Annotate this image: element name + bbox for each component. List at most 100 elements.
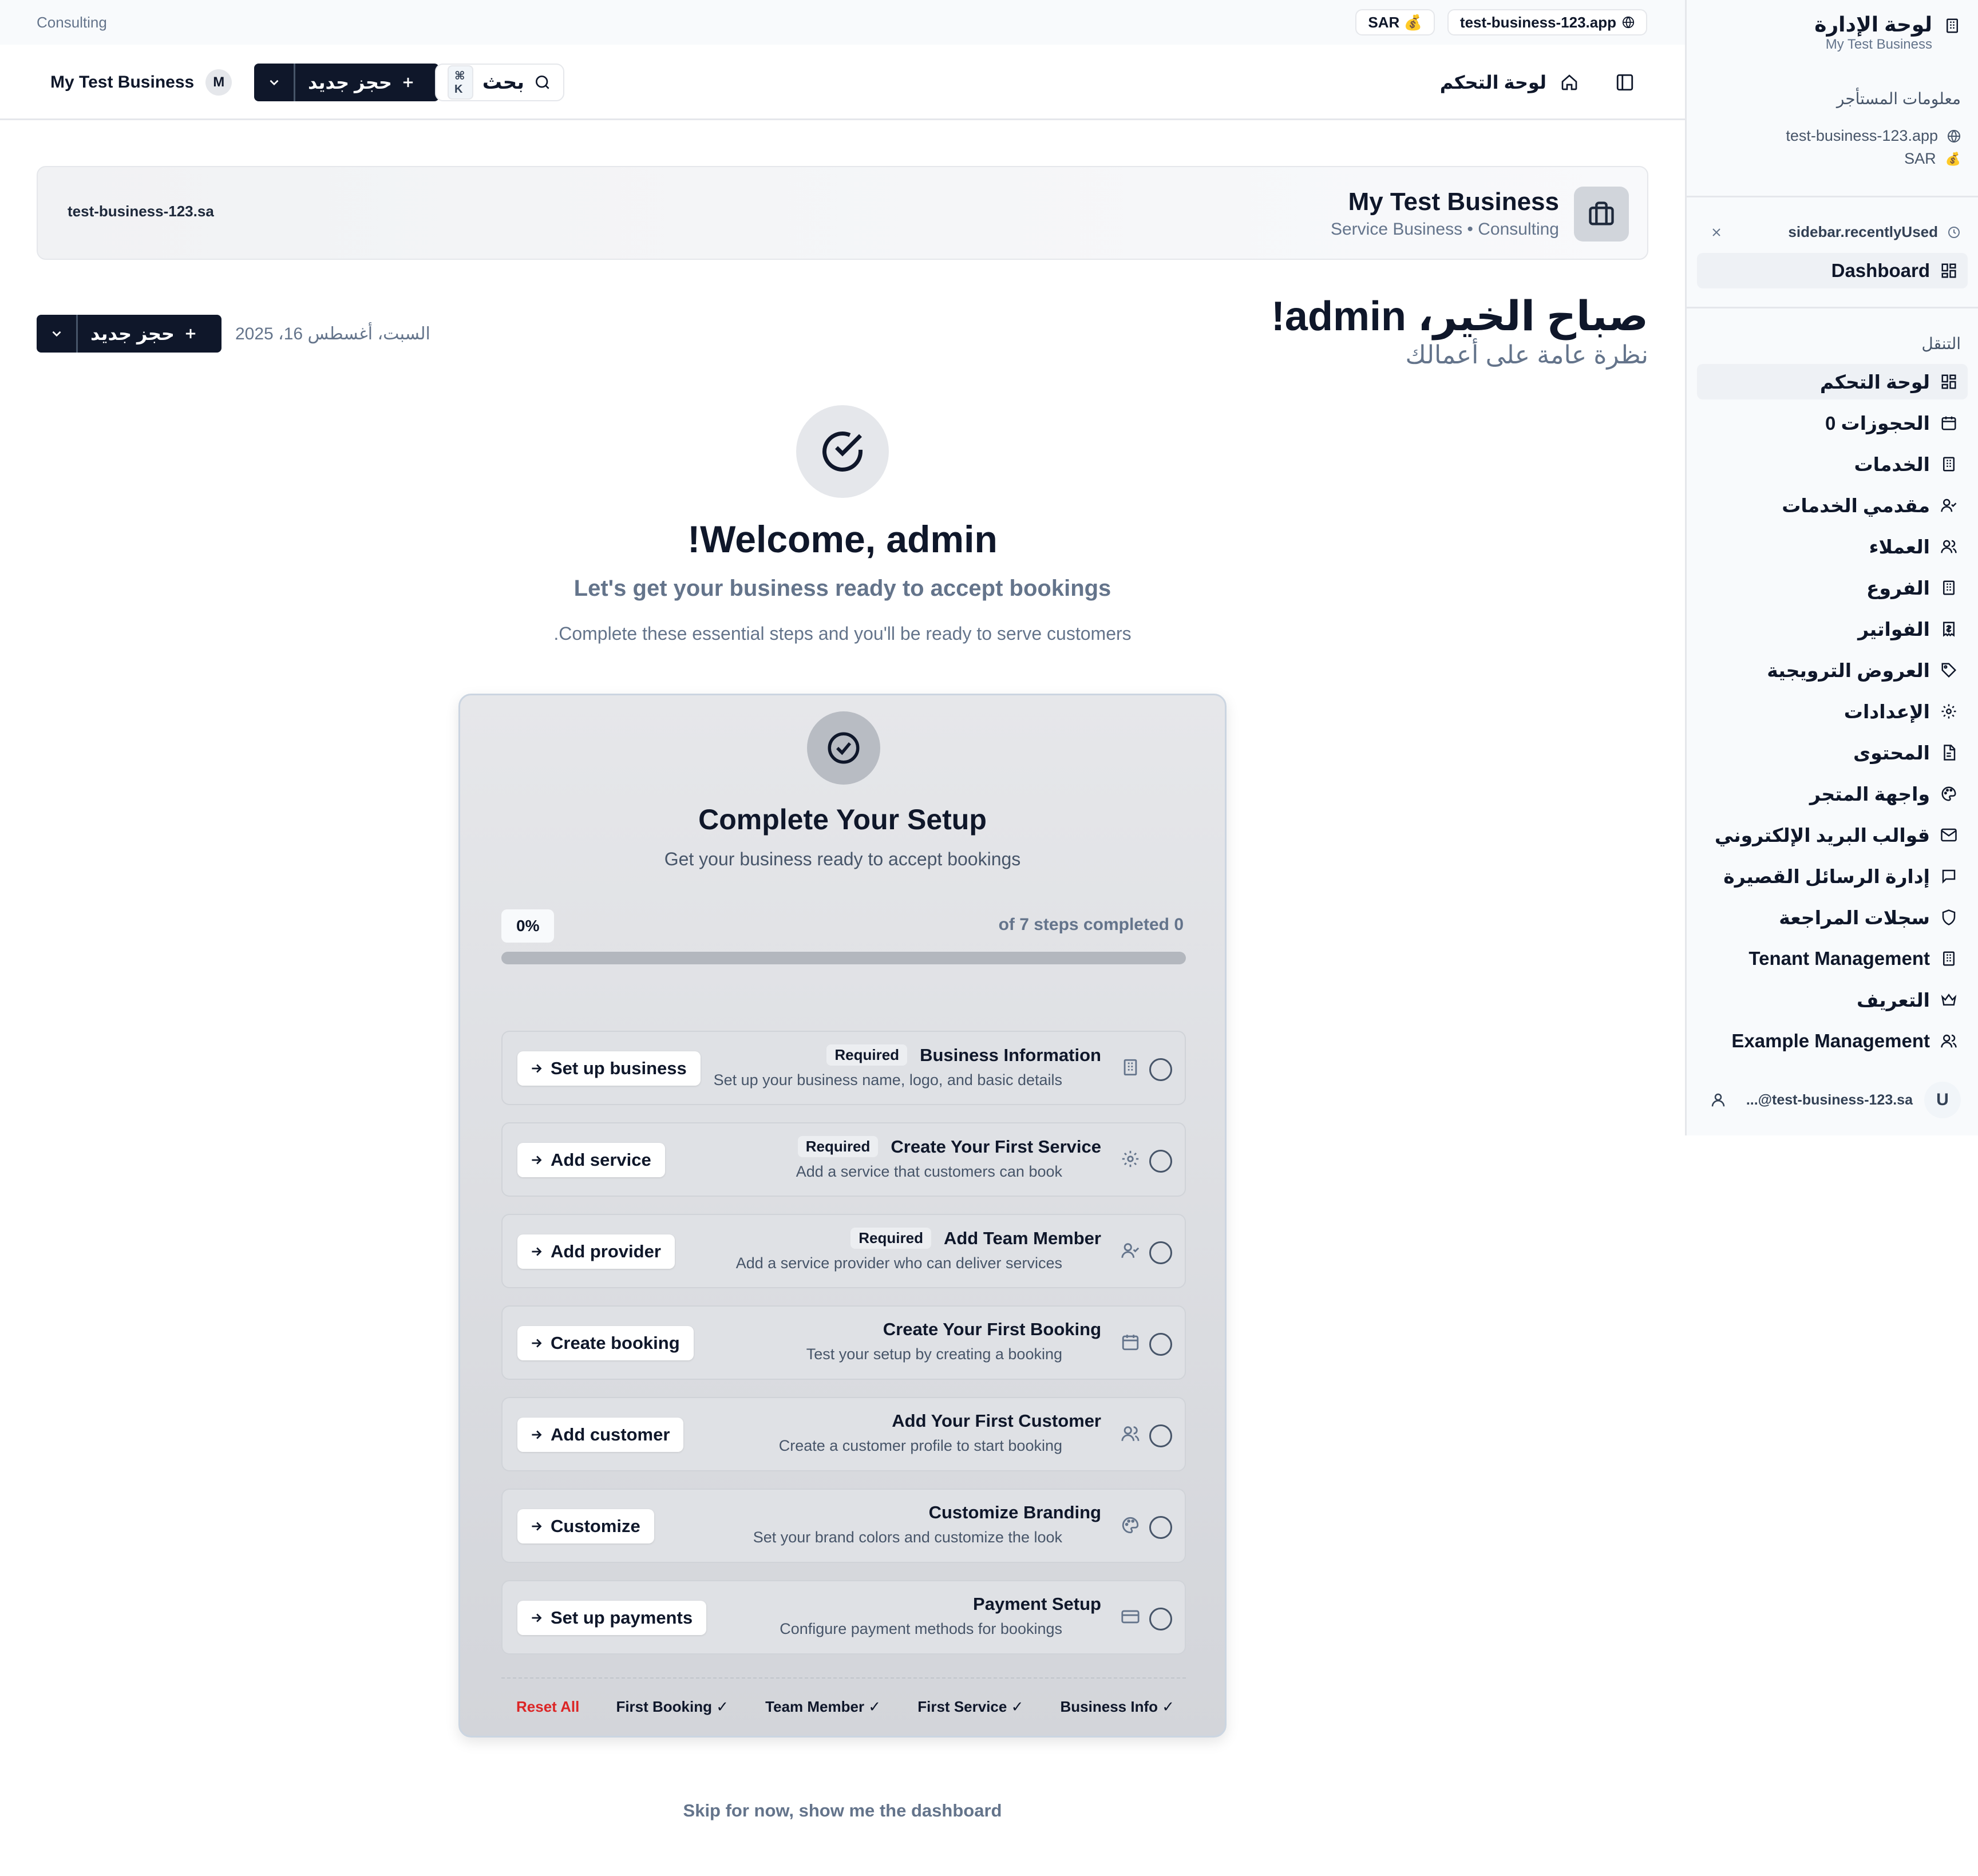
domain-pill[interactable]: test-business-123.app (1447, 9, 1647, 35)
search-icon (533, 73, 552, 92)
sidebar-nav-item[interactable]: سجلات المراجعة (1697, 900, 1968, 935)
mark-business-info-button[interactable]: Business Info ✓ (1061, 1698, 1174, 1716)
sidebar-nav-item[interactable]: Example Management (1697, 1023, 1968, 1059)
step-complete-toggle[interactable] (1149, 1150, 1172, 1173)
sidebar-nav-item[interactable]: التعريف (1697, 982, 1968, 1018)
sidebar-nav-item[interactable]: الحجوزات 0 (1697, 405, 1968, 441)
close-icon[interactable] (1710, 225, 1723, 239)
setup-steps-list: Set up business Required Business Informat… (501, 1031, 1186, 1672)
sidebar-nav-item[interactable]: إدارة الرسائل القصيرة (1697, 858, 1968, 894)
sidebar-nav-label: العروض الترويجية (1767, 659, 1930, 681)
sidebar-nav-item[interactable]: الخدمات (1697, 446, 1968, 482)
receipt-icon (1940, 620, 1957, 638)
sidebar-nav-item[interactable]: قوالب البريد الإلكتروني (1697, 817, 1968, 853)
sidebar-nav-label: التعريف (1856, 989, 1930, 1011)
domain-label: test-business-123.app (1459, 13, 1616, 31)
step-action-button[interactable]: Set up business (517, 1051, 701, 1086)
app-header: My Test Business M حجز جديد ⌘ K بحث لوحة… (0, 45, 1685, 120)
step-complete-toggle[interactable] (1149, 1608, 1172, 1630)
palette-icon (1121, 1515, 1140, 1535)
users-icon (1940, 538, 1957, 555)
sidebar-nav-item[interactable]: Tenant Management (1697, 941, 1968, 976)
message-icon (1940, 868, 1957, 885)
new-booking-dropdown-button[interactable] (254, 64, 295, 101)
greeting-new-booking-button[interactable]: حجز جديد (78, 315, 221, 353)
sidebar-nav-item[interactable]: واجهة المتجر (1697, 776, 1968, 812)
mail-icon (1940, 826, 1957, 844)
business-switcher[interactable]: My Test Business M (50, 64, 232, 101)
tenant-info-label: معلومات المستأجر (1836, 90, 1961, 108)
search-button[interactable]: ⌘ K بحث (435, 64, 564, 101)
gear-icon (1121, 1149, 1140, 1169)
sidebar-nav-item[interactable]: العملاء (1697, 529, 1968, 564)
arrow-right-icon (529, 1519, 544, 1534)
step-description: Set up your business name, logo, and bas… (713, 1071, 1062, 1089)
currency-pill: SAR 💰 (1355, 9, 1435, 35)
mark-first-booking-button[interactable]: First Booking ✓ (616, 1698, 729, 1716)
sidebar-nav-label: Example Management (1731, 1030, 1930, 1051)
sidebar-nav-item[interactable]: الإعدادات (1697, 694, 1968, 729)
skip-setup-link[interactable]: Skip for now, show me the dashboard (0, 1800, 1685, 1821)
step-title: Add Team Member (943, 1228, 1101, 1248)
step-complete-toggle[interactable] (1149, 1516, 1172, 1539)
building-icon (1940, 950, 1957, 967)
sidebar-nav-label: لوحة التحكم (1819, 371, 1930, 393)
step-title: Add Your First Customer (892, 1411, 1101, 1431)
building-icon (1121, 1058, 1140, 1077)
credit-card-icon (1121, 1607, 1140, 1626)
arrow-right-icon (529, 1427, 544, 1442)
arrow-right-icon (529, 1244, 544, 1259)
setup-footer: Reset All First Booking ✓ Team Member ✓ … (501, 1677, 1186, 1719)
sidebar-title: لوحة الإدارة (1814, 13, 1932, 36)
user-menu[interactable]: ...@test-business-123.sa U (1710, 1082, 1961, 1118)
tag-icon (1940, 662, 1957, 679)
step-complete-toggle[interactable] (1149, 1333, 1172, 1356)
step-action-button[interactable]: Set up payments (517, 1601, 707, 1635)
recent-item-dashboard[interactable]: Dashboard (1697, 253, 1968, 288)
arrow-right-icon (529, 1153, 544, 1167)
sidebar-nav-item[interactable]: الفواتير (1697, 611, 1968, 647)
recent-item-label: Dashboard (1831, 260, 1930, 281)
step-complete-toggle[interactable] (1149, 1058, 1172, 1081)
plus-icon (400, 74, 416, 90)
currency-label: SAR 💰 (1368, 13, 1422, 31)
mark-team-member-button[interactable]: Team Member ✓ (765, 1698, 881, 1716)
arrow-right-icon (529, 1061, 544, 1076)
step-action-button[interactable]: Add customer (517, 1418, 684, 1452)
mark-first-service-button[interactable]: First Service ✓ (917, 1698, 1023, 1716)
greeting-new-booking-dropdown[interactable] (37, 315, 78, 353)
setup-step: Create booking Create Your First Booking T… (501, 1305, 1186, 1380)
business-card: test-business-123.sa My Test Business Se… (37, 166, 1648, 260)
sidebar-toggle-icon[interactable] (1615, 73, 1635, 92)
globe-icon (1622, 16, 1635, 29)
sidebar-nav-item[interactable]: المحتوى (1697, 735, 1968, 770)
step-action-button[interactable]: Create booking (517, 1326, 694, 1360)
sidebar-nav-item[interactable]: العروض الترويجية (1697, 652, 1968, 688)
welcome-description: .Complete these essential steps and you'… (553, 623, 1132, 644)
step-description: Set your brand colors and customize the … (753, 1529, 1062, 1546)
nav-section-label: التنقل (1921, 335, 1961, 353)
step-complete-toggle[interactable] (1149, 1424, 1172, 1447)
sidebar-nav-item[interactable]: الفروع (1697, 570, 1968, 605)
sidebar-nav-label: قوالب البريد الإلكتروني (1714, 824, 1930, 846)
step-action-label: Add provider (551, 1241, 661, 1261)
step-title: Payment Setup (973, 1594, 1101, 1614)
sidebar-subtitle: My Test Business (1825, 37, 1932, 52)
progress-bar (501, 952, 1186, 964)
new-booking-button[interactable]: حجز جديد (295, 64, 439, 101)
greeting-row: صباح الخير، admin! نظرة عامة على أعمالك … (37, 286, 1648, 372)
tenant-domain-row: test-business-123.app (1786, 127, 1961, 145)
building-icon (1940, 456, 1957, 473)
step-complete-toggle[interactable] (1149, 1241, 1172, 1264)
reset-all-button[interactable]: Reset All (516, 1698, 579, 1716)
step-action-button[interactable]: Add service (517, 1143, 665, 1177)
sidebar-nav-item[interactable]: لوحة التحكم (1697, 364, 1968, 399)
step-action-button[interactable]: Customize (517, 1509, 654, 1543)
dashboard-icon (1940, 373, 1957, 390)
search-label: بحث (482, 72, 524, 93)
user-check-icon (1940, 497, 1957, 514)
sidebar-nav-item[interactable]: مقدمي الخدمات (1697, 488, 1968, 523)
tenant-domain: test-business-123.app (1786, 127, 1938, 144)
step-action-button[interactable]: Add provider (517, 1234, 675, 1269)
recently-used-label: sidebar.recentlyUsed (1788, 223, 1938, 240)
